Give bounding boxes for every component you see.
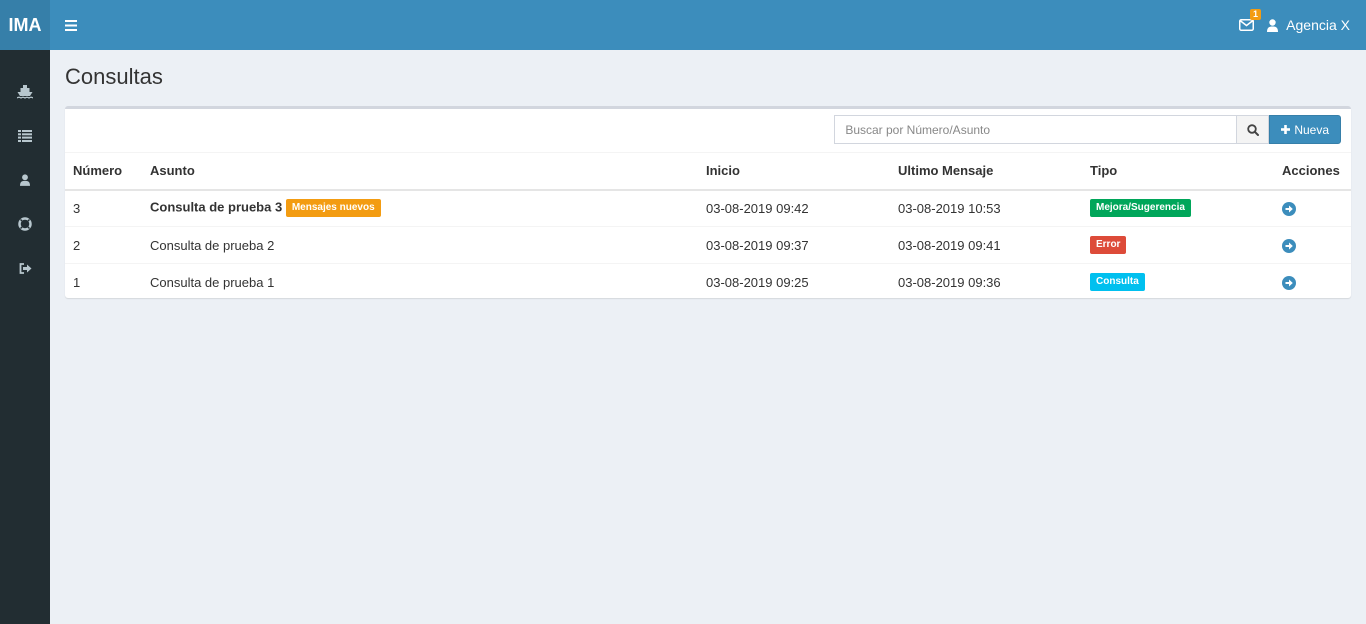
sign-out-icon [19,262,31,274]
search-input[interactable] [834,115,1238,144]
cell-tipo: Consulta [1082,263,1274,301]
page-title: Consultas [65,64,163,89]
consultas-table: Número Asunto Inicio Ultimo Mensaje Tipo… [65,152,1351,301]
search-button[interactable] [1237,115,1270,144]
app-logo-text: IMA [8,14,42,35]
sidebar-item-support[interactable] [0,202,50,246]
messages-button[interactable]: 1 [1238,9,1261,34]
cell-acciones [1274,189,1351,227]
new-button-label: Nueva [1294,122,1329,137]
open-consulta-button[interactable] [1282,238,1296,253]
envelope-icon [1239,19,1254,31]
cell-tipo: Error [1082,226,1274,264]
messages-count-badge: 1 [1249,9,1261,20]
life-ring-icon [18,217,32,231]
consultas-box: Nueva Número Asunto Inicio Ultimo Mensaj… [65,106,1351,301]
tipo-badge: Error [1090,236,1127,254]
top-navbar: 1 Agencia X [50,0,1366,50]
plus-icon [1281,125,1291,134]
box-tools: Nueva [834,115,1341,144]
cell-inicio: 03-08-2019 09:37 [698,226,890,264]
sidebar-item-logout[interactable] [0,246,50,290]
user-icon [1267,18,1279,32]
new-messages-badge: Mensajes nuevos [285,199,381,218]
ship-icon [17,85,33,99]
table-row[interactable]: 3 Consulta de prueba 3 Mensajes nuevos 0… [65,189,1351,227]
new-consulta-button[interactable]: Nueva [1269,115,1341,144]
cell-asunto: Consulta de prueba 2 [142,226,698,264]
sidebar-item-list[interactable] [0,114,50,158]
cell-ultimo-mensaje: 03-08-2019 09:41 [890,226,1082,264]
column-header-numero[interactable]: Número [65,152,142,191]
tipo-badge: Consulta [1090,273,1145,292]
column-header-acciones: Acciones [1274,152,1351,191]
list-icon [18,130,32,142]
sidebar [0,50,50,624]
open-consulta-button[interactable] [1282,276,1296,291]
open-consulta-button[interactable] [1282,202,1296,217]
cell-asunto: Consulta de prueba 3 Mensajes nuevos [142,189,698,227]
user-icon [20,174,30,186]
sidebar-toggle-button[interactable] [62,16,80,34]
cell-acciones [1274,263,1351,301]
cell-inicio: 03-08-2019 09:25 [698,263,890,301]
sidebar-item-ships[interactable] [0,70,50,114]
user-name: Agencia X [1286,17,1350,33]
table-row[interactable]: 2 Consulta de prueba 2 03-08-2019 09:37 … [65,226,1351,264]
column-header-asunto[interactable]: Asunto [142,152,698,191]
column-header-inicio[interactable]: Inicio [698,152,890,191]
arrow-circle-right-icon [1285,279,1293,287]
cell-asunto: Consulta de prueba 1 [142,263,698,301]
sidebar-item-user[interactable] [0,158,50,202]
user-menu[interactable]: Agencia X [1267,0,1350,50]
cell-acciones [1274,226,1351,264]
cell-numero: 1 [65,263,142,301]
cell-numero: 3 [65,189,142,227]
search-icon [1247,123,1259,136]
cell-inicio: 03-08-2019 09:42 [698,189,890,227]
cell-tipo: Mejora/Sugerencia [1082,189,1274,227]
cell-ultimo-mensaje: 03-08-2019 10:53 [890,189,1082,227]
column-header-ultimo-mensaje[interactable]: Ultimo Mensaje [890,152,1082,191]
table-header-row: Número Asunto Inicio Ultimo Mensaje Tipo… [65,152,1351,191]
app-logo[interactable]: IMA [0,0,50,50]
tipo-badge: Mejora/Sugerencia [1090,199,1191,218]
subject-text: Consulta de prueba 3 [150,199,283,215]
bars-icon [65,19,77,31]
column-header-tipo[interactable]: Tipo [1082,152,1274,191]
arrow-circle-right-icon [1285,242,1293,250]
cell-numero: 2 [65,226,142,264]
cell-ultimo-mensaje: 03-08-2019 09:36 [890,263,1082,301]
arrow-circle-right-icon [1285,205,1293,213]
table-row[interactable]: 1 Consulta de prueba 1 03-08-2019 09:25 … [65,263,1351,301]
